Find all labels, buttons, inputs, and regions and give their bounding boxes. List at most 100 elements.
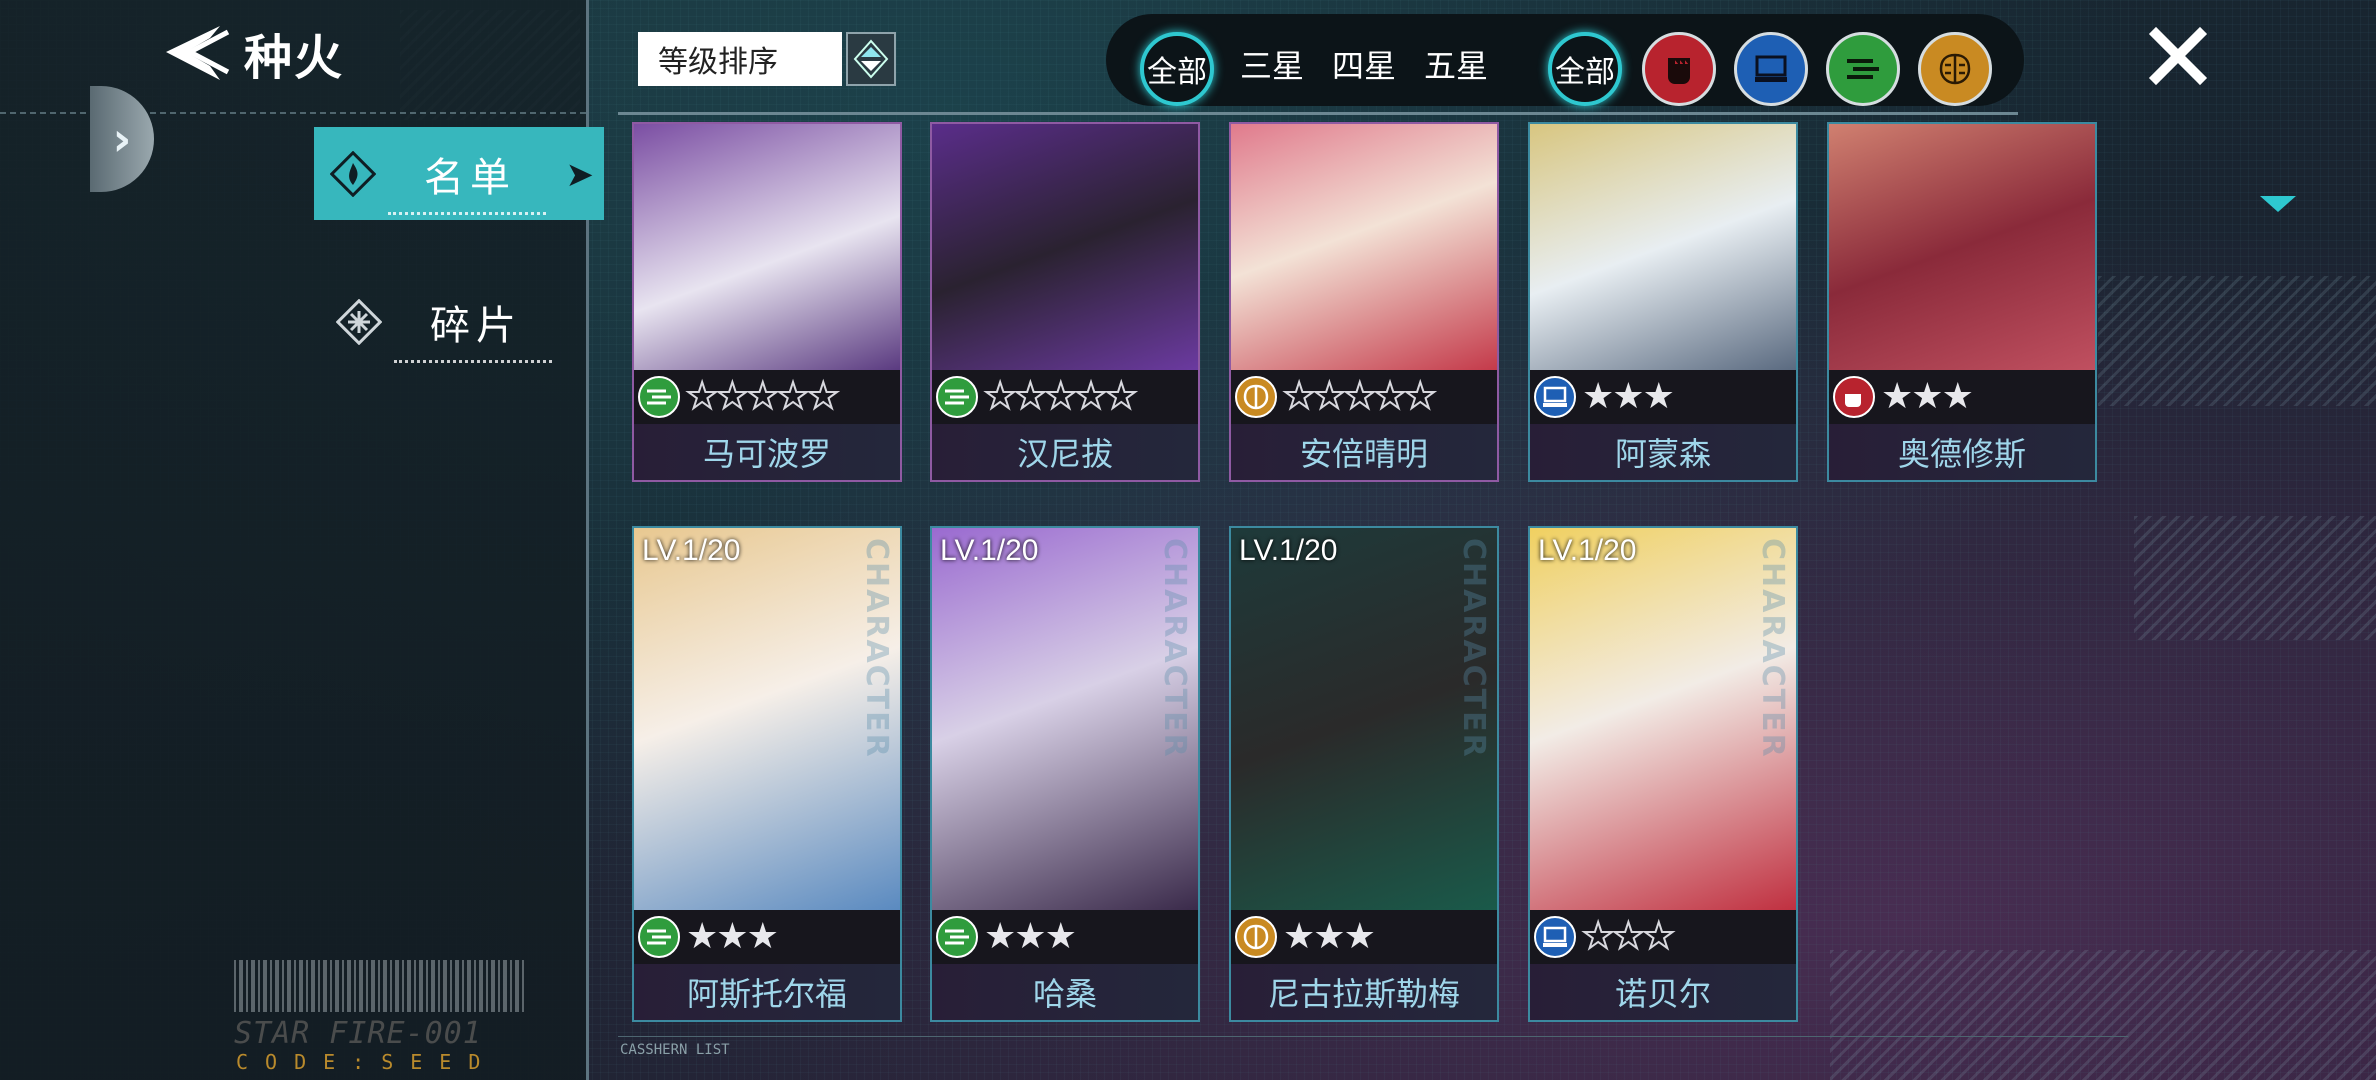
star-rating: ★ ★ ★ [1881, 376, 1974, 417]
sort-dropdown[interactable]: 等级排序 [638, 32, 842, 86]
back-arrow-icon [166, 26, 230, 80]
star-icon: ★ [686, 916, 719, 957]
filter-rarity-all[interactable]: 全部 [1140, 32, 1214, 106]
star-rating: ★ ★ ★ ★ ★ [1282, 376, 1437, 417]
decor-stripes [1830, 950, 2376, 1080]
sidebar-item-fragments[interactable]: 碎片 [320, 282, 590, 363]
filter-fist[interactable] [1642, 32, 1716, 106]
decor-stripes [2134, 516, 2376, 640]
card-info-strip: ★ ★ ★ [1231, 910, 1497, 964]
filter-computer[interactable] [1734, 32, 1808, 106]
star-icon: ★ [1013, 376, 1047, 417]
star-rating: ★ ★ ★ [984, 916, 1077, 957]
level-label: LV.1/20 [940, 534, 1039, 567]
character-card[interactable]: LV.1/20 CHARACTER ★ ★ ★ 哈桑 [930, 526, 1200, 1022]
character-portrait [1530, 124, 1796, 370]
decor-stripes [2098, 276, 2376, 406]
filter-type-all[interactable]: 全部 [1548, 32, 1622, 106]
character-card[interactable]: ★ ★ ★ ★ ★ 马可波罗 [632, 122, 902, 482]
star-icon: ★ [685, 376, 719, 417]
filter-brain[interactable] [1918, 32, 1992, 106]
star-icon: ★ [1074, 376, 1108, 417]
star-icon: ★ [716, 916, 749, 957]
card-watermark: CHARACTER [1157, 538, 1192, 759]
filter-rarity-4[interactable]: 四星 [1332, 41, 1396, 87]
character-name: 马可波罗 [634, 424, 900, 480]
character-card[interactable]: LV.1/20 CHARACTER ★ ★ ★ 阿斯托尔福 [632, 526, 902, 1022]
star-icon: ★ [1014, 916, 1047, 957]
character-portrait [1231, 124, 1497, 370]
star-icon: ★ [1343, 376, 1377, 417]
level-label: LV.1/20 [642, 534, 741, 567]
star-icon: ★ [1283, 916, 1316, 957]
character-card[interactable]: ★ ★ ★ ★ ★ 安倍晴明 [1229, 122, 1499, 482]
sidebar-item-list[interactable]: 名单 ➤ [314, 127, 604, 220]
chevron-right-icon: › [112, 112, 132, 166]
brand-text: STAR FIRE-001 [234, 1016, 482, 1051]
snowflake-icon [334, 297, 384, 347]
computer-icon [1534, 916, 1576, 958]
divider [618, 112, 2018, 115]
star-icon: ★ [1343, 916, 1376, 957]
play-arrow-icon: ➤ [565, 155, 595, 195]
star-rating: ★ ★ ★ ★ ★ [685, 376, 840, 417]
character-card[interactable]: ★ ★ ★ 阿蒙森 [1528, 122, 1798, 482]
star-rating: ★ ★ ★ [1582, 379, 1675, 415]
star-icon: ★ [1044, 916, 1077, 957]
star-icon: ★ [776, 376, 810, 417]
wave-icon [638, 916, 680, 958]
card-info-strip: ★ ★ ★ [1530, 910, 1796, 964]
decor-triangle [2260, 196, 2296, 212]
fist-icon [1668, 58, 1690, 84]
star-icon: ★ [806, 376, 840, 417]
character-portrait [1829, 124, 2095, 370]
character-name: 安倍晴明 [1231, 424, 1497, 480]
star-icon: ★ [1911, 376, 1944, 417]
star-icon: ★ [1312, 376, 1346, 417]
star-rating: ★ ★ ★ [1283, 916, 1376, 957]
star-icon: ★ [984, 916, 1017, 957]
star-icon: ★ [1104, 376, 1138, 417]
fist-icon [1833, 376, 1875, 418]
wave-icon [1847, 59, 1879, 79]
star-icon: ★ [746, 916, 779, 957]
sidebar-item-label: 碎片 [394, 293, 552, 363]
sort-order-toggle[interactable] [846, 32, 896, 86]
barcode-decoration [234, 960, 524, 1012]
character-name: 诺贝尔 [1530, 964, 1796, 1020]
star-icon: ★ [1403, 376, 1437, 417]
star-icon: ★ [1313, 916, 1346, 957]
card-watermark: CHARACTER [859, 538, 894, 759]
character-name: 哈桑 [932, 964, 1198, 1020]
star-icon: ★ [746, 376, 780, 417]
star-icon: ★ [1941, 376, 1974, 417]
character-name: 尼古拉斯勒梅 [1231, 964, 1497, 1020]
level-label: LV.1/20 [1239, 534, 1338, 567]
card-info-strip: ★ ★ ★ [1530, 370, 1796, 424]
card-info-strip: ★ ★ ★ [1829, 370, 2095, 424]
filter-wave[interactable] [1826, 32, 1900, 106]
computer-icon [1534, 376, 1576, 418]
page-title: 种火 [244, 30, 345, 86]
card-info-strip: ★ ★ ★ [932, 910, 1198, 964]
star-icon: ★ [715, 376, 749, 417]
back-button[interactable]: 种火 [160, 18, 344, 88]
character-portrait [634, 124, 900, 370]
filter-rarity-5[interactable]: 五星 [1424, 41, 1488, 87]
close-icon[interactable] [2148, 26, 2208, 86]
card-watermark: CHARACTER [1456, 538, 1491, 759]
wave-icon [936, 916, 978, 958]
character-card[interactable]: ★ ★ ★ 奥德修斯 [1827, 122, 2097, 482]
character-card[interactable]: LV.1/20 CHARACTER ★ ★ ★ 尼古拉斯勒梅 [1229, 526, 1499, 1022]
character-card[interactable]: LV.1/20 CHARACTER ★ ★ ★ 诺贝尔 [1528, 526, 1798, 1022]
character-card[interactable]: ★ ★ ★ ★ ★ 汉尼拔 [930, 122, 1200, 482]
sort-arrows-icon [853, 39, 889, 79]
star-icon: ★ [1881, 376, 1914, 417]
divider [0, 112, 586, 114]
fire-icon [328, 149, 378, 199]
star-rating: ★ ★ ★ [1581, 918, 1676, 956]
sidebar-item-label: 名单 [388, 145, 546, 215]
brain-icon [1939, 53, 1971, 85]
brain-icon [1235, 376, 1277, 418]
filter-rarity-3[interactable]: 三星 [1240, 41, 1304, 87]
